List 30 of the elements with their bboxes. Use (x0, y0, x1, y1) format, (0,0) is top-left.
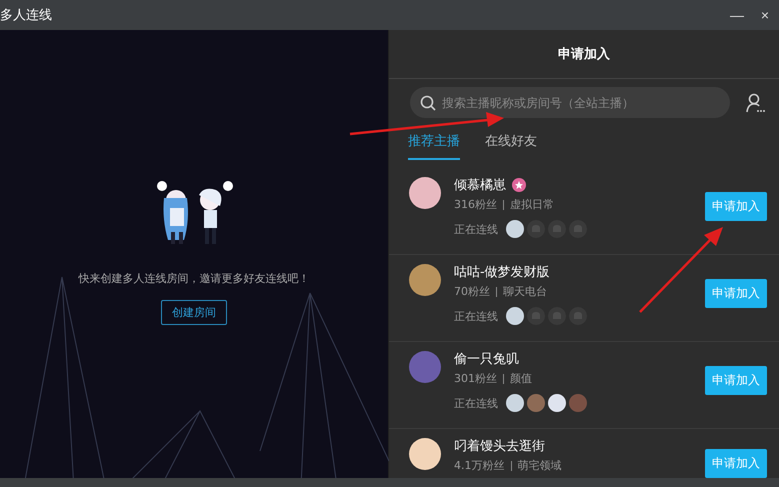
fan-count: 4.1万粉丝 (454, 458, 504, 473)
user-icon (746, 92, 766, 112)
fan-count: 70粉丝 (454, 284, 490, 299)
streamer-name: 叼着馒头去逛街 (454, 438, 545, 455)
close-button[interactable]: × (751, 1, 779, 29)
streamer-name: 咕咕-做梦发财版 (454, 264, 550, 281)
avatar (409, 438, 441, 470)
streamer-name: 偷一只兔叽 (454, 351, 519, 368)
tab[interactable]: 在线好友 (485, 130, 537, 160)
connection-status: 正在连线 (454, 308, 498, 324)
category: 虚拟日常 (510, 197, 554, 212)
avatar (409, 177, 441, 209)
avatar (409, 351, 441, 383)
minimize-button[interactable]: — (723, 1, 751, 29)
category: 聊天电台 (503, 284, 547, 299)
avatar (409, 264, 441, 296)
tab[interactable]: 推荐主播 (408, 130, 460, 160)
fan-count: 316粉丝 (454, 197, 497, 212)
create-room-button[interactable]: 创建房间 (161, 300, 227, 325)
search-field[interactable]: 搜索主播昵称或房间号（全站主播） (410, 87, 730, 118)
window-title: 多人连线 (0, 7, 52, 24)
fan-count: 301粉丝 (454, 371, 497, 386)
panel-title: 申请加入 (389, 30, 779, 79)
connection-status: 正在连线 (454, 396, 498, 410)
streamer-name: 倾慕橘崽 (454, 177, 506, 194)
connection-status: 正在连线 (454, 222, 498, 236)
contacts-button[interactable] (746, 92, 766, 112)
invite-message: 快来创建多人连线房间，邀请更多好友连线吧！ (78, 271, 310, 286)
category: 萌宅领域 (518, 458, 562, 473)
category: 颜值 (510, 371, 532, 386)
